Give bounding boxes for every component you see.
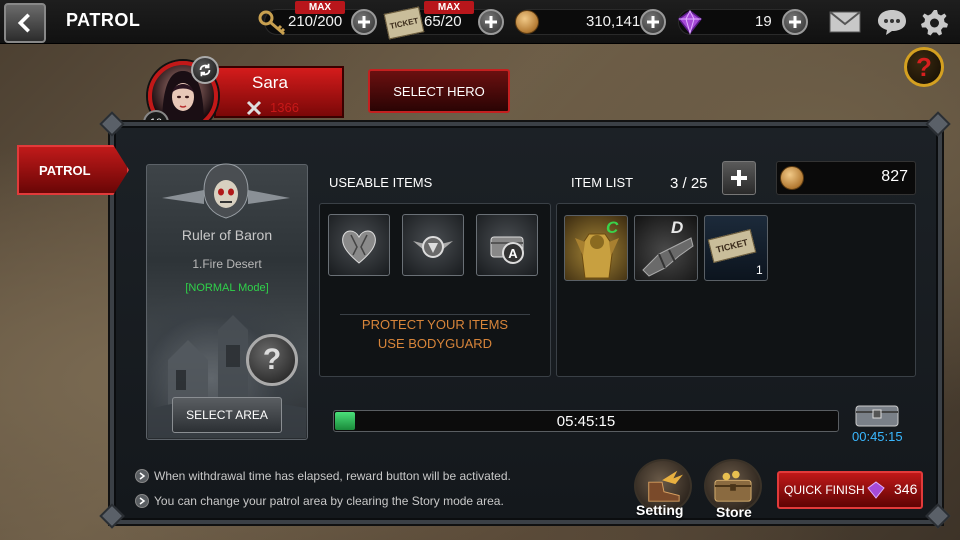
- select-hero-button[interactable]: SELECT HERO: [368, 69, 510, 113]
- help-button[interactable]: ?: [904, 47, 944, 87]
- expand-item-list-button[interactable]: [722, 161, 756, 195]
- chevron-left-icon: [17, 13, 30, 33]
- auto-chest-icon: A: [490, 236, 524, 264]
- useable-item-slot[interactable]: [402, 214, 464, 276]
- back-button[interactable]: [4, 3, 46, 43]
- item-quantity: 1: [756, 263, 763, 277]
- area-stage: 1.Fire Desert: [192, 257, 262, 271]
- item-grade-badge: D: [671, 218, 684, 237]
- gem-icon: [866, 480, 886, 505]
- plus-icon: [485, 16, 497, 28]
- quick-finish-label: QUICK FINISH: [784, 483, 865, 497]
- area-boss-name: Ruler of Baron: [181, 227, 273, 243]
- tickets-value: 65/20: [424, 13, 462, 30]
- select-area-button[interactable]: SELECT AREA: [172, 397, 282, 433]
- chest-timer: 00:45:15: [852, 429, 903, 444]
- useable-items-label: USEABLE ITEMS: [329, 175, 433, 190]
- store-label: Store: [716, 504, 752, 520]
- plus-icon: [789, 16, 801, 28]
- mail-button[interactable]: [828, 7, 862, 37]
- question-mark-icon: ?: [262, 343, 282, 376]
- keys-value: 210/200: [288, 13, 343, 30]
- golden-armor-icon: [575, 233, 619, 279]
- info-text: You can change your patrol area by clear…: [154, 494, 504, 508]
- settings-button[interactable]: [917, 7, 951, 37]
- key-icon: [258, 9, 288, 42]
- treasure-chest-icon: [852, 400, 902, 428]
- divider: [340, 314, 530, 315]
- add-keys-button[interactable]: [351, 9, 377, 35]
- gold-coin-icon: [780, 166, 804, 190]
- item-list-count: 3 / 25: [670, 175, 708, 192]
- hero-name: Sara: [252, 73, 288, 92]
- envelope-icon: [829, 11, 861, 33]
- tab-patrol[interactable]: PATROL: [17, 145, 129, 195]
- crossed-swords-icon: [246, 100, 262, 116]
- winged-boot-icon: [648, 470, 683, 502]
- gold-coin-icon: [515, 10, 539, 34]
- skull-emblem-icon: [154, 160, 298, 230]
- chat-button[interactable]: [875, 7, 909, 37]
- plus-icon: [731, 170, 747, 186]
- winged-emblem-icon: [413, 236, 453, 258]
- heart-organ-icon: [342, 230, 376, 264]
- page-title: PATROL: [66, 10, 141, 30]
- use-bodyguard-text: USE BODYGUARD: [377, 336, 493, 351]
- gem-icon: [677, 9, 703, 40]
- gems-value: 19: [755, 13, 772, 30]
- item-grade-badge: C: [606, 218, 619, 237]
- gold-value: 310,141: [586, 13, 641, 30]
- add-tickets-button[interactable]: [478, 9, 504, 35]
- info-bullet-icon: [135, 469, 149, 483]
- refresh-icon: [199, 63, 211, 77]
- item-card-armor[interactable]: [564, 215, 628, 281]
- info-text: When withdrawal time has elapsed, reward…: [154, 469, 511, 483]
- hero-power: 1366: [270, 100, 299, 115]
- add-gold-button[interactable]: [640, 9, 666, 35]
- add-gems-button[interactable]: [782, 9, 808, 35]
- plus-icon: [358, 16, 370, 28]
- swap-hero-button[interactable]: [191, 56, 219, 84]
- setting-label: Setting: [636, 502, 684, 518]
- plus-icon: [647, 16, 659, 28]
- quick-finish-cost: 346: [894, 481, 918, 497]
- info-bullet-icon: [135, 494, 149, 508]
- area-info-button[interactable]: ?: [246, 334, 298, 386]
- store-chest-icon: [714, 470, 752, 502]
- patrol-remaining-time: 05:45:15: [556, 413, 616, 430]
- protect-items-text: PROTECT YOUR ITEMS: [361, 317, 509, 332]
- reward-gold-value: 827: [881, 168, 908, 185]
- gear-icon: [921, 10, 948, 36]
- area-mode: [NORMAL Mode]: [185, 282, 269, 294]
- item-card-gauntlet[interactable]: [634, 215, 698, 281]
- gauntlet-icon: [642, 237, 694, 277]
- question-mark-icon: ?: [916, 51, 932, 82]
- useable-item-slot[interactable]: [328, 214, 390, 276]
- item-list-label: ITEM LIST: [571, 175, 634, 190]
- useable-item-slot[interactable]: A: [476, 214, 538, 276]
- svg-text:A: A: [508, 246, 518, 261]
- chat-bubble-icon: [878, 10, 906, 35]
